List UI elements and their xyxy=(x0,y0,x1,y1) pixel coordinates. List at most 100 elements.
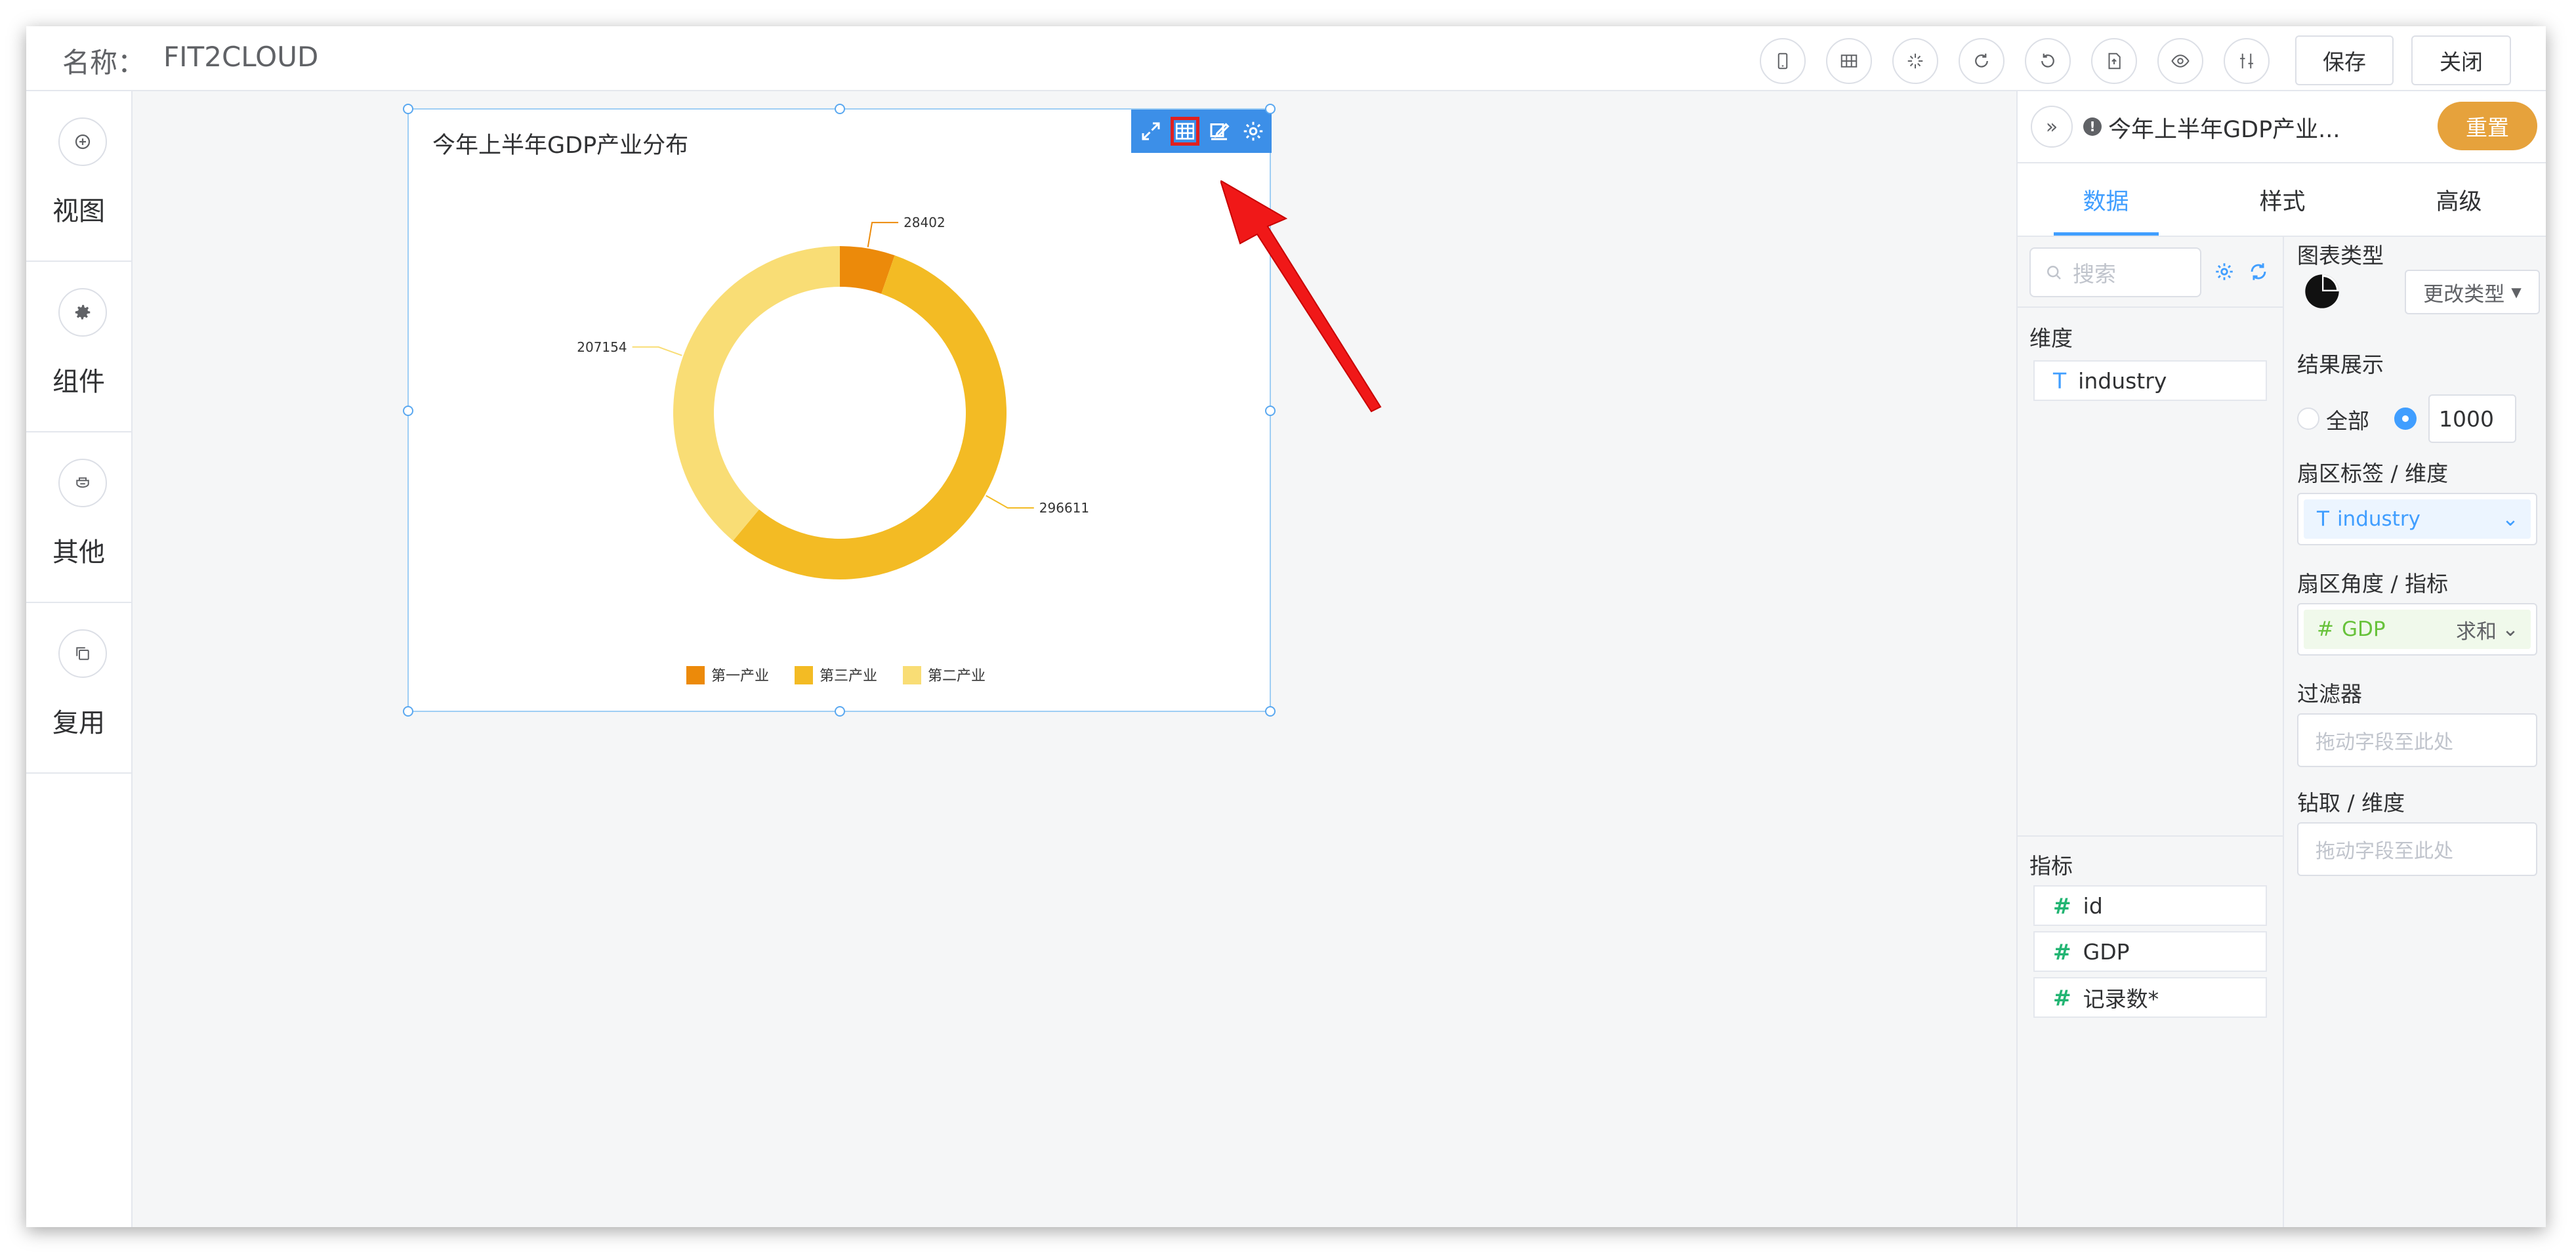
metric-field-gdp[interactable]: # GDP xyxy=(2033,931,2267,972)
fullscreen-icon[interactable] xyxy=(1136,117,1165,146)
resize-handle[interactable] xyxy=(1265,104,1276,114)
dashboard-name: 名称： FIT2CLOUD xyxy=(62,41,318,81)
label-leader-line xyxy=(632,346,682,356)
drill-drop-zone[interactable]: 拖动字段至此处 xyxy=(2297,822,2537,876)
mobile-icon[interactable] xyxy=(1760,38,1806,84)
info-icon: ! xyxy=(2083,117,2102,136)
filter-icon[interactable] xyxy=(2224,38,2270,84)
panel-tabs: 数据 样式 高级 xyxy=(2018,163,2546,237)
top-bar: 名称： FIT2CLOUD 保存 关闭 xyxy=(26,26,2546,91)
edit-icon[interactable] xyxy=(1205,117,1234,146)
legend-swatch[interactable] xyxy=(686,666,705,684)
name-label: 名称： xyxy=(62,47,146,79)
field-name: industry xyxy=(2078,367,2167,394)
number-type-icon: # xyxy=(2317,618,2334,641)
box-icon xyxy=(58,459,107,507)
field-settings-icon[interactable] xyxy=(2213,261,2235,283)
resize-handle[interactable] xyxy=(1265,706,1276,717)
redo-icon[interactable] xyxy=(1959,38,2005,84)
result-count-radio[interactable] xyxy=(2394,408,2417,430)
dimension-section-label: 维度 xyxy=(2029,325,2073,351)
sidebar-item-label: 组件 xyxy=(52,367,105,397)
field-name: GDP xyxy=(2083,938,2130,965)
settings-icon[interactable] xyxy=(1239,117,1268,146)
divider xyxy=(2018,835,2283,837)
sector-label-label: 扇区标签 / 维度 xyxy=(2297,461,2449,486)
field-search-input[interactable]: 搜索 xyxy=(2029,247,2201,297)
resize-handle[interactable] xyxy=(403,706,413,717)
data-label: 28402 xyxy=(904,215,945,230)
sidebar-item-component[interactable]: 组件 xyxy=(26,262,131,432)
resize-handle[interactable] xyxy=(835,706,845,717)
dimension-field-industry[interactable]: T industry xyxy=(2033,360,2267,401)
chart-type-label: 图表类型 xyxy=(2297,243,2384,268)
sidebar-item-label: 复用 xyxy=(52,708,105,738)
donut-chart: 28402 296611 207154 第一产业 第三产业 第二产业 xyxy=(577,215,1089,684)
name-value[interactable]: FIT2CLOUD xyxy=(163,41,318,81)
left-sidebar: 视图 组件 其他 复用 xyxy=(26,91,133,1227)
chart-toolbar xyxy=(1131,110,1272,153)
sidebar-item-label: 视图 xyxy=(52,196,105,226)
chevron-down-icon[interactable]: ⌄ xyxy=(2502,618,2519,641)
tab-advanced[interactable]: 高级 xyxy=(2371,163,2546,236)
table-view-icon[interactable] xyxy=(1171,117,1199,146)
undo-icon[interactable] xyxy=(2025,38,2071,84)
resize-handle[interactable] xyxy=(835,104,845,114)
divider xyxy=(2018,306,2283,308)
sector-label-field[interactable]: T industry ⌄ xyxy=(2304,499,2531,539)
result-all-radio[interactable] xyxy=(2297,408,2319,430)
metric-field-id[interactable]: # id xyxy=(2033,885,2267,926)
result-display-label: 结果展示 xyxy=(2297,352,2384,377)
search-icon xyxy=(2047,266,2061,280)
sidebar-item-reuse[interactable]: 复用 xyxy=(26,603,131,774)
reset-button[interactable]: 重置 xyxy=(2438,102,2537,150)
aggregation-label: 求和 xyxy=(2456,619,2497,644)
collapse-icon[interactable]: » xyxy=(2031,106,2073,148)
resize-handle[interactable] xyxy=(403,406,413,416)
chevron-down-icon[interactable]: ⌄ xyxy=(2502,507,2519,531)
result-all-label: 全部 xyxy=(2326,408,2369,434)
gear-icon xyxy=(58,288,107,337)
legend-label[interactable]: 第一产业 xyxy=(711,668,769,684)
close-button[interactable]: 关闭 xyxy=(2411,35,2511,85)
pie-chart-icon xyxy=(2305,274,2339,308)
chart-component[interactable]: 今年上半年GDP产业分布 28402 296611 207154 第一产业 第三产业 第二… xyxy=(403,104,1276,717)
legend-swatch[interactable] xyxy=(795,666,813,684)
panel-title: 今年上半年GDP产业... xyxy=(2108,117,2340,143)
number-type-icon: # xyxy=(2053,938,2071,965)
sparkle-icon[interactable] xyxy=(1892,38,1938,84)
number-type-icon: # xyxy=(2053,892,2071,919)
grid-icon[interactable] xyxy=(1826,38,1872,84)
field-name: id xyxy=(2083,892,2103,919)
donut-slice[interactable] xyxy=(673,246,840,541)
preview-icon[interactable] xyxy=(2157,38,2203,84)
caret-down-icon: ▾ xyxy=(2511,280,2522,304)
right-panel: » ! 今年上半年GDP产业... 重置 数据 样式 高级 搜索 维度 T in… xyxy=(2016,91,2546,1227)
resize-handle[interactable] xyxy=(403,104,413,114)
panel-header: » ! 今年上半年GDP产业... 重置 xyxy=(2018,91,2546,163)
sidebar-item-view[interactable]: 视图 xyxy=(26,91,131,262)
save-button[interactable]: 保存 xyxy=(2295,35,2394,85)
add-circle-icon xyxy=(58,117,107,166)
legend-label[interactable]: 第三产业 xyxy=(820,668,877,684)
copy-icon xyxy=(58,629,107,678)
sidebar-item-other[interactable]: 其他 xyxy=(26,432,131,603)
result-count-input[interactable]: 1000 xyxy=(2428,394,2516,443)
refresh-icon[interactable] xyxy=(2247,261,2270,283)
data-label: 296611 xyxy=(1039,500,1089,516)
metric-field-record-count[interactable]: # 记录数* xyxy=(2033,977,2267,1018)
sector-angle-drop[interactable]: # GDP 求和 ⌄ xyxy=(2297,603,2537,656)
sector-angle-label: 扇区角度 / 指标 xyxy=(2297,571,2449,597)
sector-label-drop[interactable]: T industry ⌄ xyxy=(2297,493,2537,545)
filter-drop-zone[interactable]: 拖动字段至此处 xyxy=(2297,713,2537,767)
label-leader-line xyxy=(867,222,899,247)
annotation-arrow xyxy=(1220,180,1382,413)
tab-style[interactable]: 样式 xyxy=(2194,163,2371,236)
export-icon[interactable] xyxy=(2091,38,2137,84)
tab-data[interactable]: 数据 xyxy=(2018,163,2194,236)
legend-swatch[interactable] xyxy=(903,666,921,684)
change-type-button[interactable]: 更改类型 ▾ xyxy=(2405,270,2540,314)
filter-label: 过滤器 xyxy=(2297,681,2362,707)
sector-angle-field[interactable]: # GDP 求和 ⌄ xyxy=(2304,610,2531,649)
legend-label[interactable]: 第二产业 xyxy=(928,668,986,684)
